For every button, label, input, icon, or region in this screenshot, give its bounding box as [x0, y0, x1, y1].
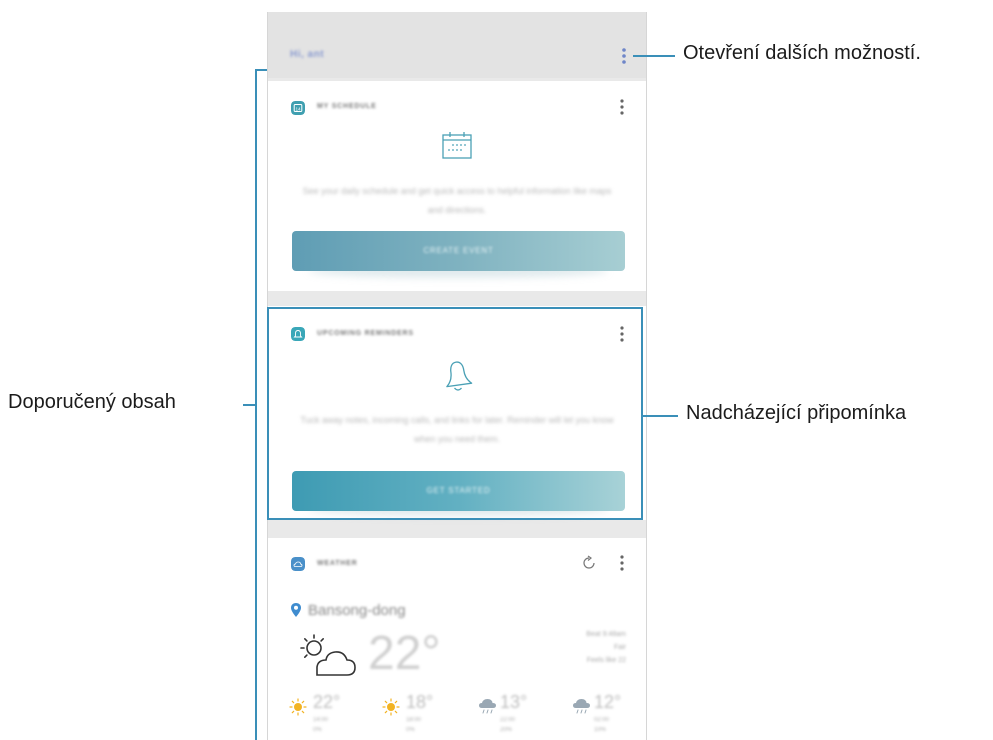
calendar-illustration-icon — [442, 131, 472, 164]
greeting-text: Hi, ant — [290, 49, 325, 60]
refresh-icon[interactable] — [579, 553, 599, 578]
weather-card: WEATHER Bansong-dong 22° Beat 9:48am Fai… — [268, 538, 646, 740]
forecast-time: 14:00 — [313, 717, 329, 723]
weather-details: Beat 9:48am Fair Feels like 22 — [530, 628, 626, 667]
card-title: MY SCHEDULE — [317, 103, 377, 110]
forecast-percent: 20% — [500, 727, 513, 733]
bracket-tick — [255, 69, 267, 71]
weather-detail-line: Fair — [613, 644, 626, 651]
callout-more-options: Otevření dalších možností. — [683, 42, 921, 64]
card-title: WEATHER — [317, 560, 358, 567]
sun-icon — [289, 698, 307, 721]
weather-detail-line: Beat 9:48am — [586, 631, 626, 638]
forecast-temp: 12° — [594, 692, 622, 712]
forecast-time: 22:00 — [500, 717, 516, 723]
schedule-card: 14 MY SCHEDULE See your daily schedule a… — [268, 81, 646, 291]
callout-line — [643, 415, 678, 417]
forecast-percent: 0% — [406, 727, 415, 733]
top-bar: Hi, ant — [268, 12, 646, 78]
card-more-icon[interactable] — [615, 97, 629, 117]
calendar-icon: 14 — [291, 101, 305, 115]
rain-cloud-icon — [572, 698, 592, 721]
partly-cloudy-icon — [295, 632, 359, 685]
card-more-icon[interactable] — [615, 553, 629, 573]
weather-detail-line: Feels like 22 — [586, 657, 626, 664]
svg-text:14: 14 — [295, 107, 301, 112]
forecast-time: 18:00 — [406, 717, 422, 723]
sun-icon — [382, 698, 400, 721]
callout-recommended: Doporučený obsah — [8, 391, 176, 413]
forecast-percent: 0% — [313, 727, 322, 733]
location-name: Bansong-dong — [308, 602, 406, 619]
highlight-frame — [267, 307, 643, 520]
card-description: See your daily schedule and get quick ac… — [302, 186, 612, 215]
bracket-line — [255, 69, 257, 740]
forecast-temp: 13° — [500, 692, 528, 712]
forecast-percent: 10% — [594, 727, 607, 733]
create-event-button[interactable]: CREATE EVENT — [292, 231, 625, 271]
location-pin-icon — [290, 602, 302, 623]
weather-card-icon — [291, 557, 305, 571]
forecast-temp: 22° — [313, 692, 341, 712]
callout-line — [243, 404, 255, 406]
forecast-temp: 18° — [406, 692, 434, 712]
callout-line — [633, 55, 675, 57]
forecast-time: 02:00 — [594, 717, 610, 723]
rain-cloud-icon — [478, 698, 498, 721]
current-temperature: 22° — [368, 627, 441, 680]
callout-upcoming: Nadcházející připomínka — [686, 402, 907, 424]
more-options-icon[interactable] — [617, 46, 631, 66]
